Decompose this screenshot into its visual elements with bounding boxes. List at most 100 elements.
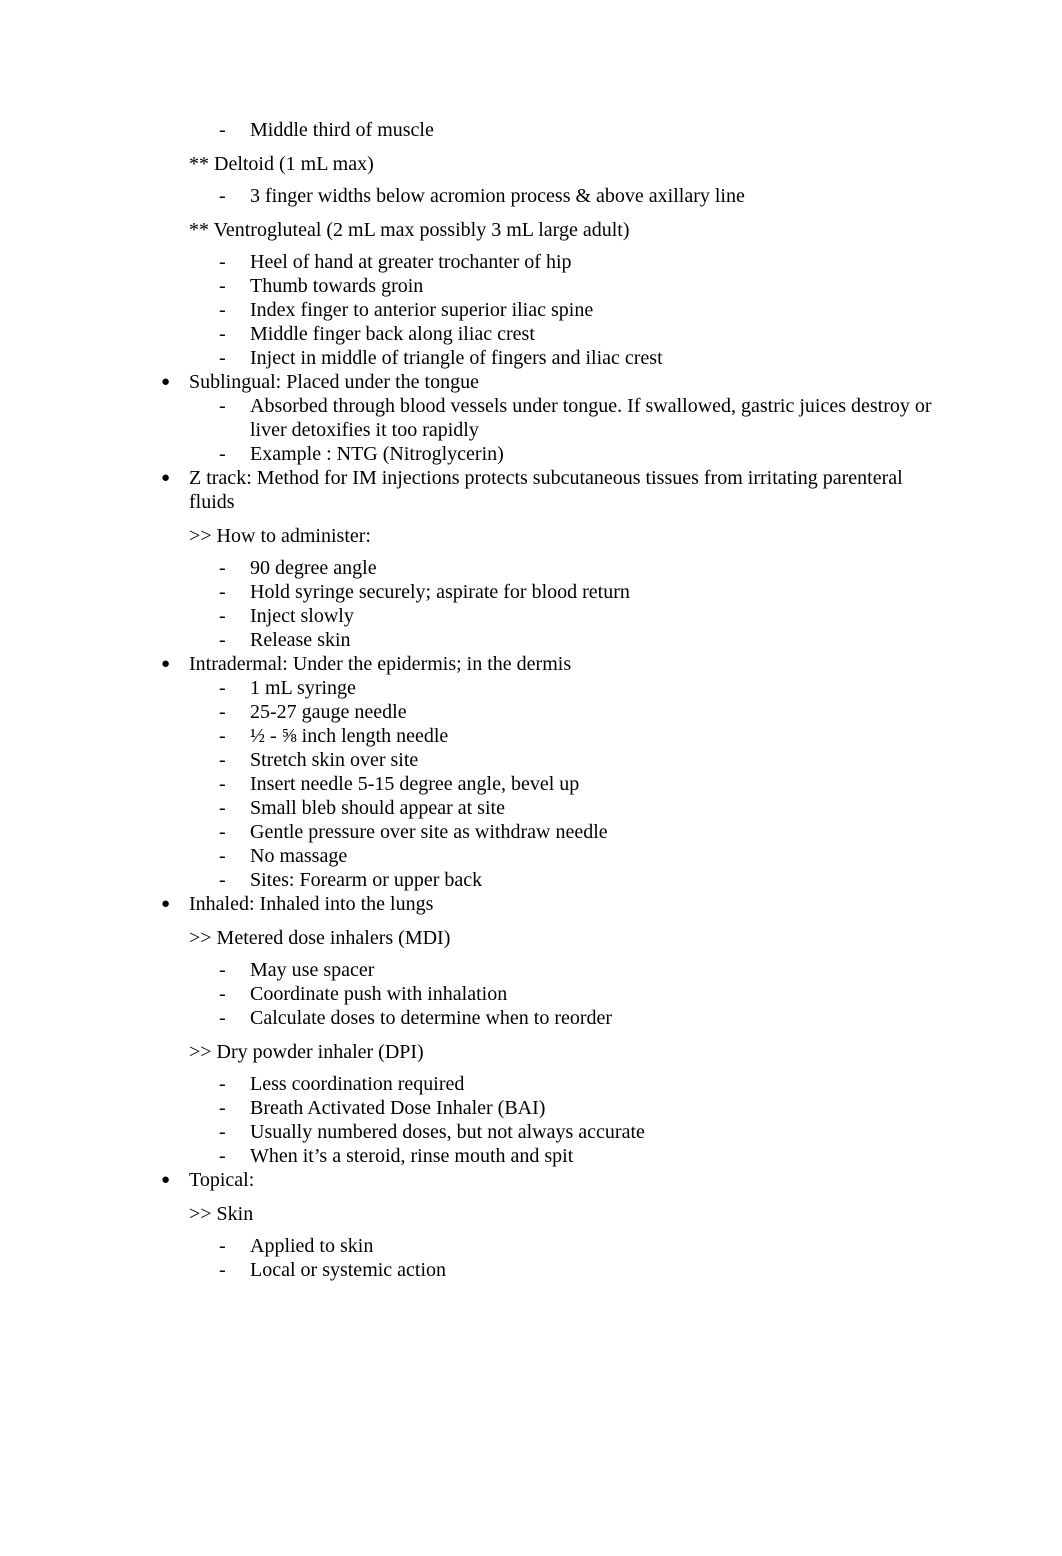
outline-item-dash: - Usually numbered doses, but not always …	[219, 1120, 940, 1144]
outline-item-bullet: ● Z track: Method for IM injections prote…	[160, 466, 940, 514]
outline-item-text: Sublingual: Placed under the tongue	[189, 371, 479, 393]
dash-marker-icon: -	[219, 557, 226, 579]
outline-item-text: ** Ventrogluteal (2 mL max possibly 3 mL…	[189, 219, 630, 241]
outline-item-text: Topical:	[189, 1169, 255, 1191]
outline-item-text: When it’s a steroid, rinse mouth and spi…	[250, 1145, 574, 1167]
outline-item-text: 90 degree angle	[250, 557, 377, 579]
dash-marker-icon: -	[219, 701, 226, 723]
dash-marker-icon: -	[219, 773, 226, 795]
outline-item-text: 1 mL syringe	[250, 677, 356, 699]
outline-item-bullet: ● Intradermal: Under the epidermis; in th…	[160, 652, 940, 676]
outline-item-text: ** Deltoid (1 mL max)	[189, 153, 374, 175]
dash-marker-icon: -	[219, 749, 226, 771]
outline-item-dash: - 1 mL syringe	[219, 676, 940, 700]
outline-item-text: Middle third of muscle	[250, 119, 434, 141]
dash-marker-icon: -	[219, 1007, 226, 1029]
outline-item-dash: - Inject in middle of triangle of fingers…	[219, 346, 940, 370]
outline-item-text: Absorbed through blood vessels under ton…	[250, 395, 932, 441]
outline-item-text: Release skin	[250, 629, 351, 651]
outline-item-text: Insert needle 5-15 degree angle, bevel u…	[250, 773, 580, 795]
outline-item-dash: - Sites: Forearm or upper back	[219, 868, 940, 892]
outline-item-text: Z track: Method for IM injections protec…	[189, 467, 903, 513]
document-page: - Middle third of muscle ** Deltoid (1 mL …	[0, 0, 1062, 1556]
dash-marker-icon: -	[219, 443, 226, 465]
outline-item-text: Local or systemic action	[250, 1259, 447, 1281]
outline-item-dash: - Middle finger back along iliac crest	[219, 322, 940, 346]
outline-item-dash: - 25-27 gauge needle	[219, 700, 940, 724]
dash-marker-icon: -	[219, 725, 226, 747]
outline-item-dash: - Stretch skin over site	[219, 748, 940, 772]
outline-section: - Middle third of muscle ** Deltoid (1 mL …	[150, 118, 940, 370]
outline-item-dash: - No massage	[219, 844, 940, 868]
outline-item-dash: - Hold syringe securely; aspirate for blo…	[219, 580, 940, 604]
dash-marker-icon: -	[219, 275, 226, 297]
outline-item-text: >> Dry powder inhaler (DPI)	[189, 1041, 424, 1063]
outline-item-text: >> Metered dose inhalers (MDI)	[189, 927, 451, 949]
outline-section: ● Z track: Method for IM injections prote…	[150, 466, 940, 652]
dash-marker-icon: -	[219, 251, 226, 273]
dash-marker-icon: -	[219, 1097, 226, 1119]
dash-marker-icon: -	[219, 119, 226, 141]
bullet-marker-icon: ●	[161, 374, 171, 390]
outline-item-dash: - 3 finger widths below acromion process …	[219, 184, 940, 208]
dash-marker-icon: -	[219, 1073, 226, 1095]
outline-item-text: Small bleb should appear at site	[250, 797, 505, 819]
outline-item-text: Hold syringe securely; aspirate for bloo…	[250, 581, 630, 603]
dash-marker-icon: -	[219, 677, 226, 699]
outline-item-dash: - Local or systemic action	[219, 1258, 940, 1282]
outline-item-text: Heel of hand at greater trochanter of hi…	[250, 251, 572, 273]
outline-item-dash: - Middle third of muscle	[219, 118, 940, 142]
bullet-marker-icon: ●	[161, 470, 171, 486]
outline-item-bullet: ● Sublingual: Placed under the tongue	[160, 370, 940, 394]
outline-item-dash: - 90 degree angle	[219, 556, 940, 580]
outline-item-dash: - May use spacer	[219, 958, 940, 982]
dash-marker-icon: -	[219, 605, 226, 627]
outline-item-text: Example : NTG (Nitroglycerin)	[250, 443, 504, 465]
outline-item-text: Calculate doses to determine when to reo…	[250, 1007, 613, 1029]
dash-marker-icon: -	[219, 1235, 226, 1257]
outline-item-text: Sites: Forearm or upper back	[250, 869, 483, 891]
dash-marker-icon: -	[219, 1121, 226, 1143]
dash-marker-icon: -	[219, 185, 226, 207]
outline-item-dash: - Calculate doses to determine when to re…	[219, 1006, 940, 1030]
outline-section: ● Inhaled: Inhaled into the lungs >> Meter…	[150, 892, 940, 1168]
outline-item-dash: - Small bleb should appear at site	[219, 796, 940, 820]
bullet-marker-icon: ●	[161, 1172, 171, 1188]
outline-item-dash: - Less coordination required	[219, 1072, 940, 1096]
outline-item-dash: - Insert needle 5-15 degree angle, bevel …	[219, 772, 940, 796]
outline-item-sub: ** Deltoid (1 mL max)	[189, 152, 940, 176]
outline-item-text: Gentle pressure over site as withdraw ne…	[250, 821, 608, 843]
outline-item-text: No massage	[250, 845, 348, 867]
dash-marker-icon: -	[219, 347, 226, 369]
outline-item-text: Applied to skin	[250, 1235, 374, 1257]
outline-item-text: Middle finger back along iliac crest	[250, 323, 535, 345]
dash-marker-icon: -	[219, 983, 226, 1005]
outline-item-text: Inhaled: Inhaled into the lungs	[189, 893, 434, 915]
outline-item-dash: - ½ - ⅝ inch length needle	[219, 724, 940, 748]
dash-marker-icon: -	[219, 821, 226, 843]
outline-item-text: Inject slowly	[250, 605, 354, 627]
outline-item-dash: - When it’s a steroid, rinse mouth and sp…	[219, 1144, 940, 1168]
outline-section: ● Topical: >> Skin - Applied to skin - Local o…	[150, 1168, 940, 1282]
outline-item-text: Intradermal: Under the epidermis; in the…	[189, 653, 572, 675]
outline-item-dash: - Release skin	[219, 628, 940, 652]
outline-item-sub: >> Skin	[189, 1202, 940, 1226]
dash-marker-icon: -	[219, 581, 226, 603]
dash-marker-icon: -	[219, 629, 226, 651]
bullet-marker-icon: ●	[161, 656, 171, 672]
outline-section: ● Sublingual: Placed under the tongue - Abs…	[150, 370, 940, 466]
outline-item-text: >> Skin	[189, 1203, 254, 1225]
dash-marker-icon: -	[219, 869, 226, 891]
bullet-marker-icon: ●	[161, 896, 171, 912]
outline-item-text: Index finger to anterior superior iliac …	[250, 299, 594, 321]
outline-item-text: 25-27 gauge needle	[250, 701, 407, 723]
outline-item-dash: - Heel of hand at greater trochanter of h…	[219, 250, 940, 274]
outline-item-text: 3 finger widths below acromion process &…	[250, 185, 745, 207]
outline-item-text: Stretch skin over site	[250, 749, 419, 771]
outline-item-text: Thumb towards groin	[250, 275, 424, 297]
document-body: - Middle third of muscle ** Deltoid (1 mL …	[150, 118, 940, 1282]
outline-item-dash: - Applied to skin	[219, 1234, 940, 1258]
outline-item-dash: - Example : NTG (Nitroglycerin)	[219, 442, 940, 466]
outline-item-text: Usually numbered doses, but not always a…	[250, 1121, 645, 1143]
dash-marker-icon: -	[219, 1259, 226, 1281]
